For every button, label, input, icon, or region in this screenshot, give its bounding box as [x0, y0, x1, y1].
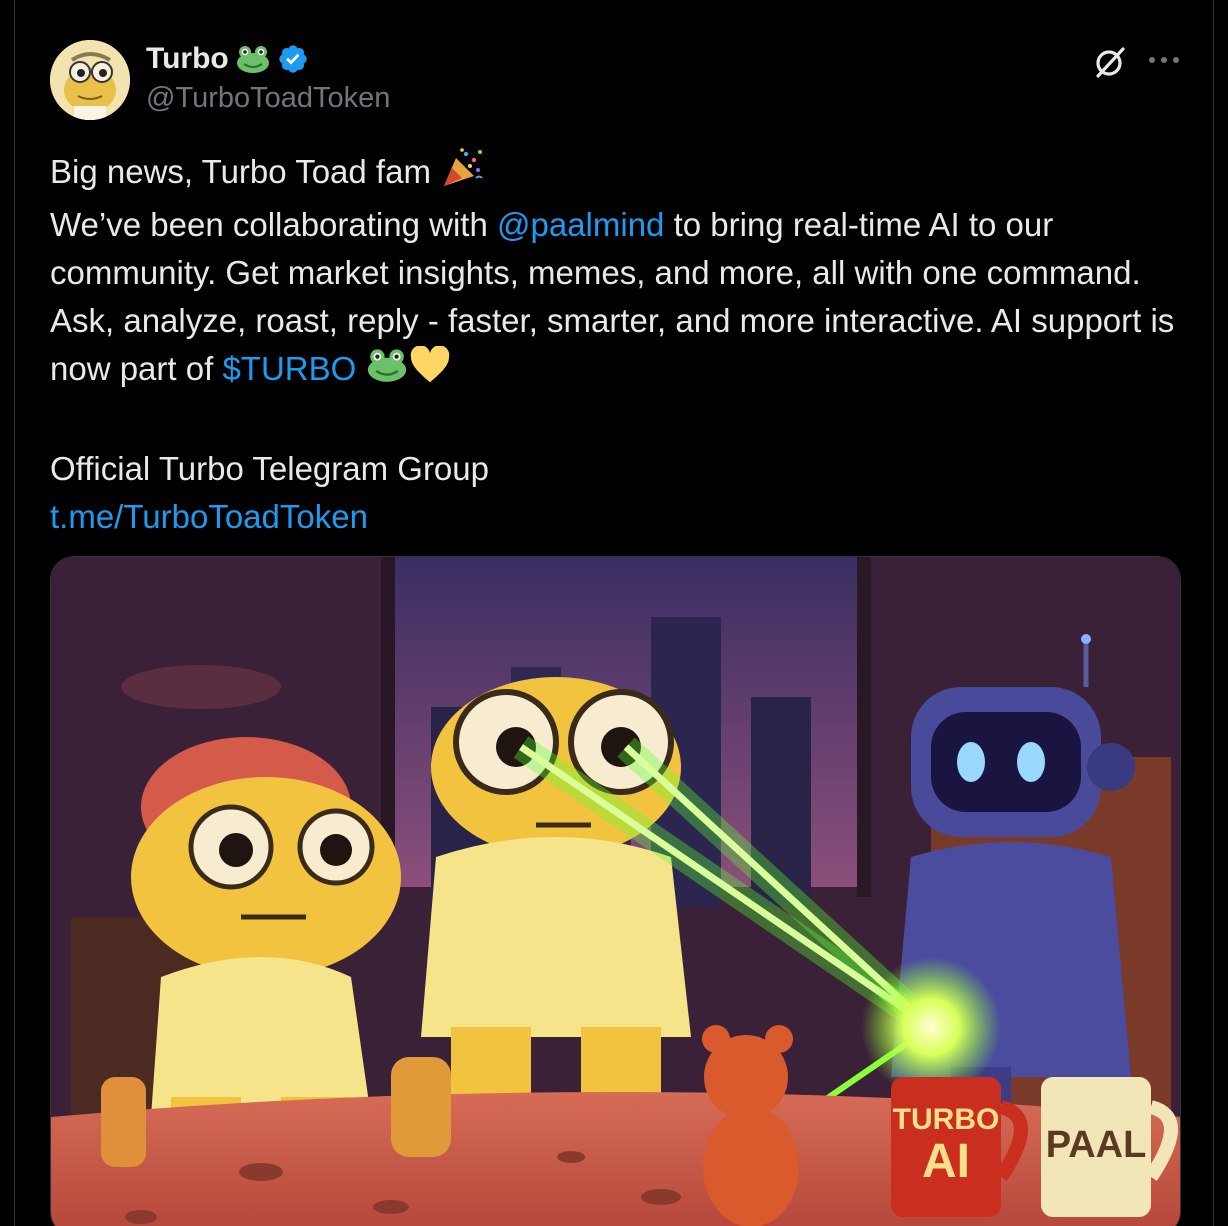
party-popper-icon — [440, 148, 484, 201]
author-handle[interactable]: @TurboToadToken — [146, 82, 390, 115]
telegram-label: Official Turbo Telegram Group — [50, 449, 489, 487]
cashtag-link[interactable]: $TURBO — [222, 350, 356, 387]
mug-left-line2: AI — [922, 1135, 970, 1188]
post-text-segment: We’ve been collaborating with — [50, 206, 497, 243]
post-headline: Big news, Turbo Toad fam — [50, 153, 441, 191]
cartoon-frogs-robot-laser-image: TURBO AI PAAL — [51, 557, 1180, 1226]
post-line-1: Big news, Turbo Toad fam — [50, 148, 1190, 201]
post-paragraph: We’ve been collaborating with @paalmind … — [50, 201, 1190, 397]
verified-badge-icon[interactable] — [277, 43, 309, 75]
grok-icon[interactable] — [1092, 44, 1128, 80]
toad-avatar-icon[interactable] — [50, 40, 130, 120]
frog-face-icon — [235, 44, 271, 74]
post-header: Turbo @TurboToadToken — [50, 40, 1200, 120]
telegram-link[interactable]: t.me/TurboToadToken — [50, 493, 1190, 541]
frog-face-icon — [365, 347, 409, 396]
mention-link[interactable]: @paalmind — [497, 206, 664, 243]
post-text: Big news, Turbo Toad fam We’ve been coll… — [50, 148, 1190, 541]
author-name-row[interactable]: Turbo — [146, 42, 309, 76]
more-options-icon[interactable] — [1144, 48, 1184, 72]
mug-right-text: PAAL — [1046, 1124, 1147, 1166]
mug-left-line1: TURBO — [893, 1103, 1000, 1136]
yellow-heart-icon — [409, 345, 451, 397]
post-media-image[interactable]: TURBO AI PAAL — [50, 556, 1181, 1226]
author-display-name[interactable]: Turbo — [146, 42, 229, 76]
